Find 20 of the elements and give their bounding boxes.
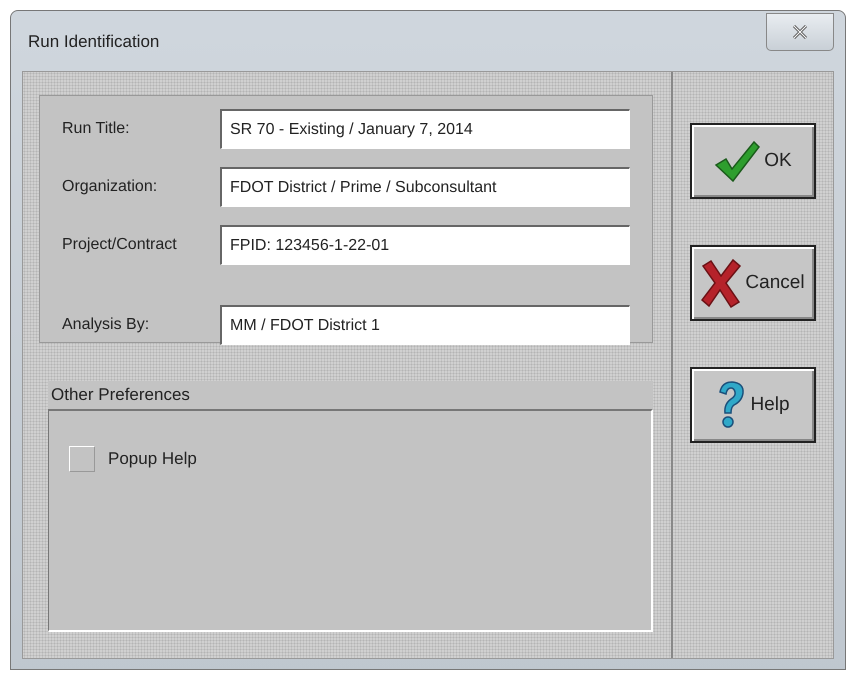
input-field[interactable]: MM / FDOT District 1 [220, 305, 630, 345]
close-icon [792, 25, 808, 39]
input-field[interactable]: FDOT District / Prime / Subconsultant [220, 167, 630, 207]
field-label: Project/Contract [62, 235, 178, 255]
input-field[interactable]: FPID: 123456-1-22-01 [220, 225, 630, 265]
checkbox[interactable] [69, 446, 95, 472]
ok-button[interactable]: OK [690, 123, 816, 199]
help-button[interactable]: Help [690, 367, 816, 443]
cancel-button[interactable]: Cancel [690, 245, 816, 321]
section-title: Other Preferences [51, 384, 190, 406]
x-icon [701, 258, 742, 308]
question-mark-icon [716, 380, 746, 430]
field-label: Analysis By: [62, 315, 150, 335]
check-icon [714, 139, 760, 183]
field-label: Organization: [62, 177, 158, 197]
input-field[interactable]: SR 70 - Existing / January 7, 2014 [220, 109, 630, 149]
field-label: Run Title: [62, 119, 131, 139]
close-button[interactable] [766, 13, 834, 51]
window-title: Run Identification [28, 31, 160, 53]
checkbox-label: Popup Help [108, 448, 197, 470]
